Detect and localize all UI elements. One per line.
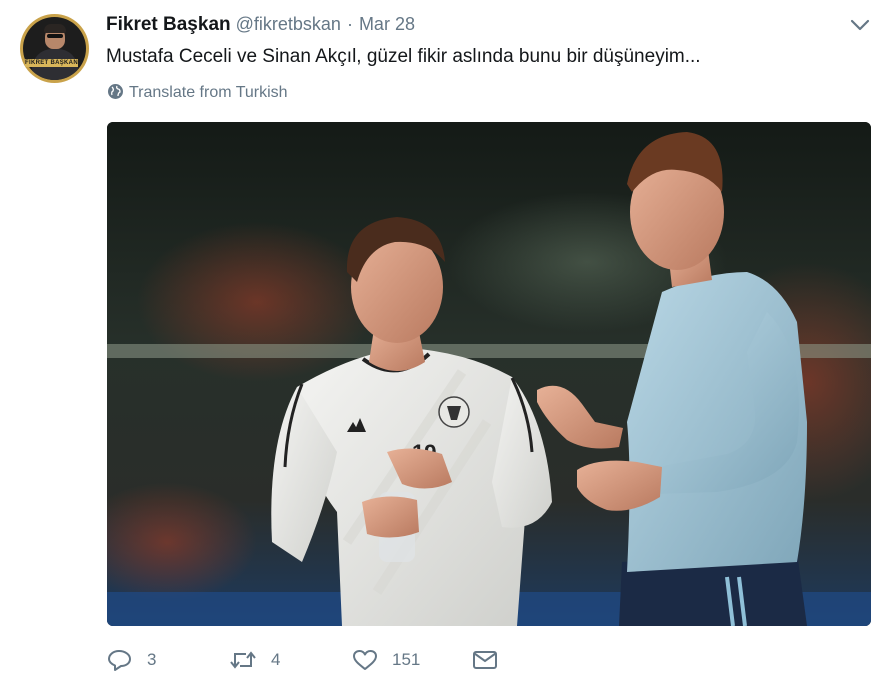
user-handle[interactable]: @fikretbskan	[236, 14, 341, 34]
tweet-date[interactable]: Mar 28	[359, 14, 415, 34]
display-name[interactable]: Fikret Başkan	[106, 14, 231, 35]
globe-icon	[108, 84, 123, 99]
reply-button[interactable]: 3	[107, 645, 156, 675]
heart-icon	[353, 650, 377, 670]
tweet-header: Fikret Başkan @fikretbskan · Mar 28	[106, 12, 415, 36]
reply-icon	[108, 650, 131, 671]
tweet-card: FİKRET BAŞKAN Fikret Başkan @fikretbskan ·…	[0, 0, 891, 675]
envelope-icon	[473, 651, 497, 669]
photo-image: 19	[107, 122, 871, 626]
reply-count: 3	[147, 650, 157, 669]
retweet-icon	[230, 651, 256, 669]
tweet-photo[interactable]: 19	[107, 122, 871, 626]
avatar-photo	[23, 17, 86, 80]
like-count: 151	[392, 650, 421, 669]
translate-link[interactable]: Translate from Turkish	[107, 82, 288, 104]
retweet-button[interactable]: 4	[229, 645, 280, 675]
translate-label: Translate from Turkish	[129, 84, 288, 101]
tweet-text: Mustafa Ceceli ve Sinan Akçıl, güzel fik…	[106, 46, 701, 67]
like-button[interactable]: 151	[352, 645, 420, 675]
direct-message-button[interactable]	[472, 645, 498, 675]
chevron-down-icon[interactable]	[849, 16, 871, 34]
retweet-count: 4	[271, 650, 281, 669]
avatar[interactable]: FİKRET BAŞKAN	[20, 14, 89, 83]
separator-dot: ·	[346, 14, 353, 34]
avatar-logo-text: FİKRET BAŞKAN	[25, 59, 78, 67]
